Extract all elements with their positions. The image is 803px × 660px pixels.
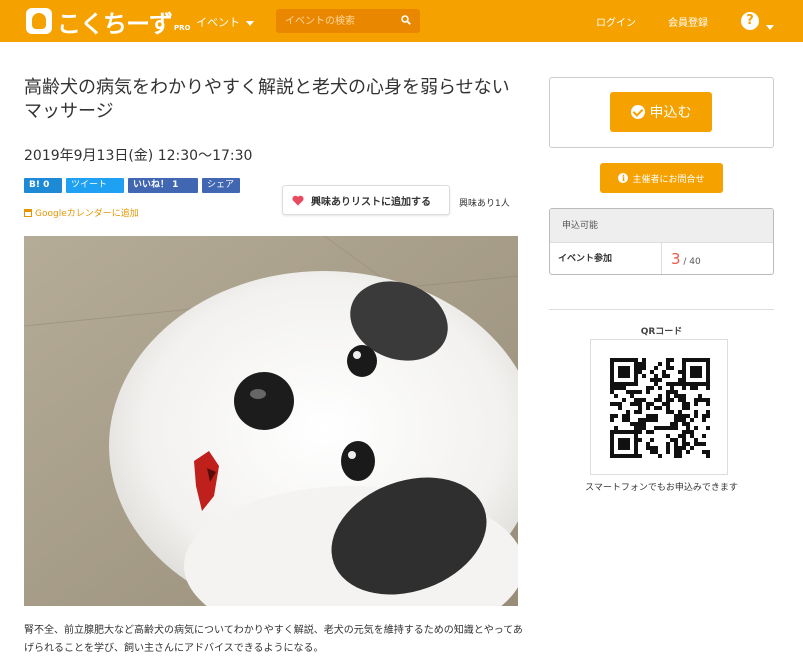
nav-event-label: イベント [196,16,240,29]
tweet-button[interactable]: ツイート [66,178,124,193]
event-date: 2019年9月13日(金) 12:30〜17:30 [24,148,253,164]
sidebar-divider [549,309,774,310]
facebook-share-button[interactable]: シェア [202,178,240,193]
qr-code-icon [610,358,710,458]
logo-text: こくちーず [57,9,173,38]
qr-code-box [590,339,728,475]
dog-photo-image [24,236,518,606]
event-description: 腎不全、前立腺肥大など高齢犬の病気についてわかりやすく解説、老犬の元気を維持する… [24,625,523,654]
status-header: 申込可能 [550,209,773,243]
status-row: イベント参加 3 / 40 [550,243,773,274]
calendar-icon [24,208,32,217]
add-to-favorites-label: 興味ありリストに追加する [311,196,431,208]
registration-status-table: 申込可能 イベント参加 3 / 40 [549,208,774,275]
apply-button[interactable]: 申込む [610,92,712,132]
qr-label: QRコード [640,327,683,337]
check-circle-icon [630,105,645,119]
chevron-down-icon[interactable] [766,25,774,30]
facebook-like-button[interactable]: いいね！ 1 [128,178,198,193]
search-box [276,9,420,33]
site-header: こくちーず PRO イベント ログイン 会員登録 ? [0,0,803,42]
participant-capacity: / 40 [680,257,701,267]
status-label: イベント参加 [550,243,662,274]
login-link[interactable]: ログイン [596,14,636,29]
search-icon[interactable] [401,15,411,25]
status-value: 3 / 40 [662,243,701,274]
chevron-down-icon [246,20,254,26]
add-to-favorites-button[interactable]: 興味ありリストに追加する [282,185,450,215]
favorites-count: 興味あり1人 [459,199,510,209]
event-photo [24,236,518,606]
search-input[interactable] [276,9,396,33]
site-logo[interactable]: こくちーず PRO [26,7,191,38]
google-calendar-link[interactable]: Googleカレンダーに追加 [24,206,139,219]
logo-icon [26,8,52,34]
apply-label: 申込む [649,105,692,121]
heart-icon [292,195,304,205]
register-link[interactable]: 会員登録 [668,14,708,29]
participant-count: 3 [671,250,681,268]
logo-sub: PRO [174,24,191,32]
qr-caption: スマートフォンでもお申込みできます [585,483,738,493]
info-icon: i [618,173,629,183]
nav-event-menu[interactable]: イベント [196,14,254,30]
hatena-bookmark-button[interactable]: B! 0 [24,178,62,193]
google-calendar-label: Googleカレンダーに追加 [35,209,139,219]
contact-organizer-button[interactable]: i 主催者にお問合せ [600,163,723,193]
help-icon[interactable]: ? [741,12,759,30]
share-buttons: B! 0 ツイート いいね！ 1 シェア [24,178,240,193]
contact-organizer-label: 主催者にお問合せ [632,174,705,185]
event-title: 高齢犬の病気をわかりやすく解説と老犬の心身を弱らせないマッサージ [24,77,510,122]
